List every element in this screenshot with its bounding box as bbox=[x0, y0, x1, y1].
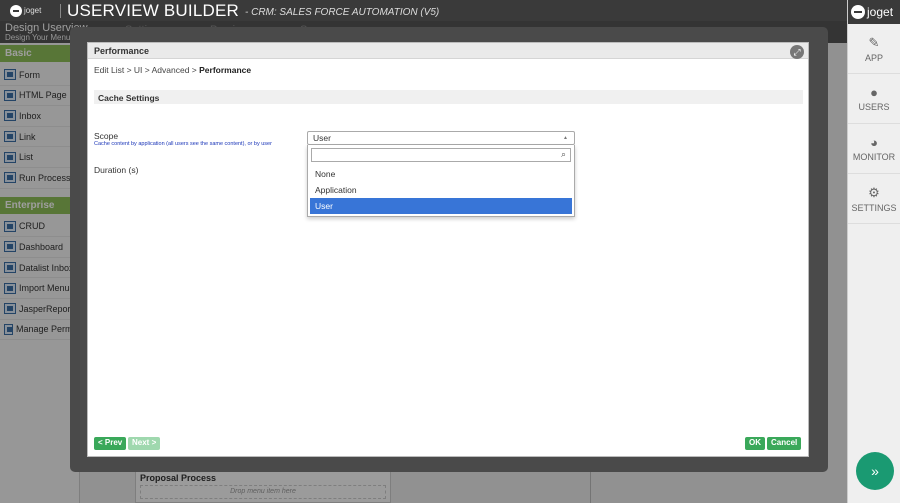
dialog-titlebar: Performance bbox=[88, 43, 808, 59]
edit-icon: ✎ bbox=[868, 34, 880, 50]
joget-brand[interactable]: joget bbox=[848, 0, 900, 24]
next-button[interactable]: Next > bbox=[128, 437, 161, 450]
dialog-footer: < Prev Next > OK Cancel bbox=[94, 437, 804, 451]
joget-brand-icon bbox=[851, 5, 865, 19]
brand-text: joget bbox=[867, 5, 894, 19]
dialog-title: Performance bbox=[94, 46, 150, 56]
ok-button[interactable]: OK bbox=[745, 437, 765, 450]
rightbar-item-monitor[interactable]: ◕ MONITOR bbox=[848, 124, 900, 174]
cancel-button[interactable]: Cancel bbox=[767, 437, 802, 450]
page-title: USERVIEW BUILDER bbox=[67, 0, 239, 20]
expand-icon: ⤢ bbox=[793, 46, 801, 57]
option-application[interactable]: Application bbox=[310, 182, 572, 198]
properties-dialog: Performance ⤢ Edit List > UI > Advanced … bbox=[70, 27, 828, 472]
header-divider bbox=[60, 3, 61, 18]
app-subtitle: - CRM: SALES FORCE AUTOMATION (V5) bbox=[244, 6, 440, 18]
breadcrumb-path: Edit List > UI > Advanced > bbox=[94, 65, 200, 75]
top-header: joget USERVIEW BUILDER - CRM: SALES FORC… bbox=[0, 0, 847, 21]
right-sidebar: joget ✎ APP ● USERS ◕ MONITOR ⚙ SETTINGS bbox=[847, 0, 900, 503]
option-none[interactable]: None bbox=[310, 166, 572, 182]
rightbar-label: USERS bbox=[858, 102, 890, 112]
option-user[interactable]: User bbox=[310, 198, 572, 214]
double-chevron-right-icon: » bbox=[871, 463, 879, 479]
rightbar-label: APP bbox=[864, 52, 883, 63]
rightbar-item-users[interactable]: ● USERS bbox=[848, 74, 900, 124]
rightbar-item-app[interactable]: ✎ APP bbox=[848, 24, 900, 74]
caret-up-icon: ▲ bbox=[563, 135, 568, 141]
dropdown-search-input[interactable]: ⌕ bbox=[311, 148, 571, 162]
joget-logo-icon bbox=[10, 4, 22, 17]
rightbar-label: SETTINGS bbox=[851, 202, 897, 213]
dialog-content: Performance ⤢ Edit List > UI > Advanced … bbox=[87, 42, 809, 457]
scope-field-label: Scope Cache content by application (all … bbox=[94, 131, 294, 147]
scope-dropdown: ⌕ None Application User bbox=[307, 145, 575, 217]
search-icon: ⌕ bbox=[560, 149, 566, 159]
breadcrumb-current: Performance bbox=[199, 65, 252, 75]
dashboard-icon: ◕ bbox=[870, 135, 878, 150]
scope-selected-value: User bbox=[313, 133, 331, 143]
logo-text: joget bbox=[24, 6, 42, 15]
expand-fab-button[interactable]: » bbox=[856, 452, 894, 490]
breadcrumb: Edit List > UI > Advanced > Performance bbox=[88, 59, 808, 77]
fullscreen-button[interactable]: ⤢ bbox=[790, 45, 804, 59]
scope-select[interactable]: User ▲ bbox=[307, 131, 575, 145]
scope-description: Cache content by application (all users … bbox=[94, 141, 272, 147]
user-icon: ● bbox=[870, 85, 878, 100]
duration-label: Duration (s) bbox=[94, 165, 139, 175]
rightbar-item-settings[interactable]: ⚙ SETTINGS bbox=[848, 174, 900, 224]
prev-button[interactable]: < Prev bbox=[94, 437, 127, 450]
rightbar-label: MONITOR bbox=[852, 152, 896, 162]
section-header: Cache Settings bbox=[94, 90, 803, 104]
joget-logo[interactable]: joget bbox=[0, 4, 60, 17]
scope-label: Scope bbox=[94, 131, 119, 141]
gears-icon: ⚙ bbox=[868, 184, 880, 200]
